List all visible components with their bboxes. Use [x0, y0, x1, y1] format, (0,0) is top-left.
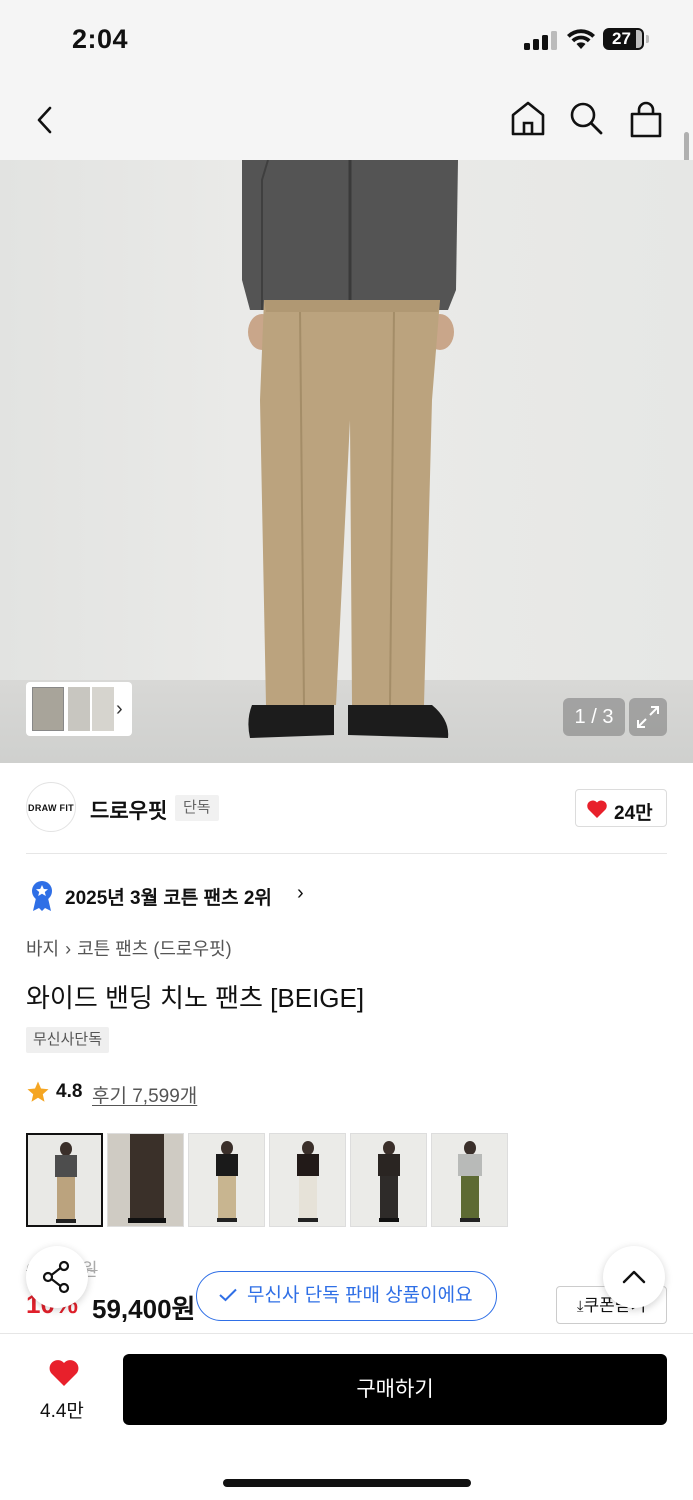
color-option-brown[interactable] — [107, 1133, 184, 1227]
brand-like-button[interactable]: 24만 — [575, 789, 667, 827]
brand-logo[interactable]: DRAW FIT — [26, 782, 76, 832]
brand-exclusive-tag: 단독 — [175, 795, 219, 821]
thumbnail-1[interactable] — [32, 687, 64, 731]
brand-like-count: 24만 — [614, 803, 653, 824]
battery-icon: 27 — [603, 28, 649, 50]
product-title: 와이드 밴딩 치노 팬츠 [BEIGE] — [26, 983, 365, 1013]
home-indicator — [223, 1479, 471, 1487]
check-icon — [219, 1288, 237, 1302]
battery-level: 27 — [612, 29, 631, 48]
toast-text: 무신사 단독 판매 상품이에요 — [247, 1285, 473, 1306]
brand-name[interactable]: 드로우핏 — [90, 795, 167, 825]
image-thumbnail-strip[interactable]: › — [26, 682, 132, 736]
scroll-to-top-button[interactable] — [603, 1246, 665, 1308]
star-icon — [27, 1081, 49, 1102]
rating-value: 4.8 — [56, 1081, 83, 1102]
status-bar: 2:04 27 — [0, 0, 693, 80]
ranking-badge-icon — [32, 881, 52, 911]
breadcrumb: 바지 › 코튼 팬츠 (드로우핏) — [26, 935, 238, 961]
product-like-count: 4.4만 — [40, 1401, 84, 1422]
status-time: 2:04 — [72, 24, 129, 54]
color-option-charcoal[interactable] — [350, 1133, 427, 1227]
shopping-bag-icon[interactable] — [624, 98, 668, 142]
breadcrumb-category[interactable]: 바지 — [26, 939, 59, 959]
heart-icon[interactable] — [48, 1358, 80, 1388]
chevron-up-icon — [622, 1270, 646, 1284]
top-nav — [0, 80, 693, 160]
sale-price: 59,400원 — [92, 1294, 196, 1324]
chevron-right-icon[interactable]: › — [297, 882, 304, 905]
ranking-text[interactable]: 2025년 3월 코튼 팬츠 2위 — [65, 883, 272, 910]
share-icon — [42, 1260, 70, 1294]
search-icon[interactable] — [566, 98, 606, 138]
model-photo — [242, 160, 458, 738]
exclusive-badge: 무신사단독 — [26, 1027, 110, 1053]
chevron-right-icon: › — [65, 939, 72, 959]
product-image[interactable] — [0, 160, 693, 763]
cellular-signal-icon — [524, 30, 558, 50]
reviews-link[interactable]: 후기 7,599개 — [92, 1081, 197, 1108]
back-icon[interactable] — [30, 100, 60, 140]
expand-icon[interactable] — [629, 698, 667, 736]
share-button[interactable] — [26, 1246, 88, 1308]
chevron-right-icon: › — [116, 698, 123, 720]
wifi-icon — [567, 29, 595, 49]
color-option-ivory[interactable] — [188, 1133, 265, 1227]
buy-button[interactable]: 구매하기 — [123, 1354, 667, 1425]
home-icon[interactable] — [508, 98, 548, 138]
breadcrumb-subcategory[interactable]: 코튼 팬츠 (드로우핏) — [77, 939, 231, 959]
heart-icon — [587, 800, 607, 818]
thumbnail-2[interactable] — [68, 687, 90, 731]
color-option-beige[interactable] — [26, 1133, 103, 1227]
thumbnail-3[interactable] — [92, 687, 114, 731]
divider — [26, 853, 667, 854]
color-option-cream[interactable] — [269, 1133, 346, 1227]
exclusive-toast: 무신사 단독 판매 상품이에요 — [196, 1271, 497, 1321]
color-option-khaki[interactable] — [431, 1133, 508, 1227]
image-pager: 1 / 3 — [563, 698, 625, 736]
download-icon: ⤓ — [576, 1298, 584, 1315]
